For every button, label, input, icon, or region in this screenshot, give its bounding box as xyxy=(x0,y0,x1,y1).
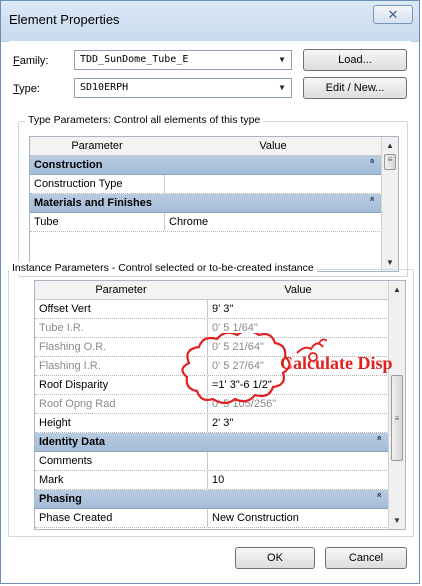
type-dropdown[interactable]: SD10ERPH ▼ xyxy=(74,78,292,98)
parameter-value[interactable]: New Construction xyxy=(208,509,299,528)
parameter-row[interactable]: Phase Created New Construction xyxy=(35,509,389,528)
type-label: Type: xyxy=(13,83,40,95)
parameter-name: Mark xyxy=(39,474,64,486)
title-bar: Element Properties ✕ xyxy=(1,1,419,42)
parameter-name: Phase Created xyxy=(39,512,113,524)
load-button-label: Load... xyxy=(338,54,372,66)
annotation-text: Calculate Disp xyxy=(280,353,393,373)
parameter-name: Construction Type xyxy=(34,178,123,190)
family-dropdown[interactable]: TDD_SunDome_Tube_E ▼ xyxy=(74,50,292,70)
section-name: Phasing xyxy=(39,493,82,505)
section-name: Construction xyxy=(34,159,103,171)
parameter-value[interactable]: Chrome xyxy=(165,213,208,232)
edit-new-button-label: Edit / New... xyxy=(325,82,385,94)
type-parameters-group: Type Parameters: Control all elements of… xyxy=(18,114,408,277)
load-button[interactable]: Load... xyxy=(303,49,407,71)
type-parameters-title: Type Parameters: Control all elements of… xyxy=(25,114,264,126)
dialog-body: Family: TDD_SunDome_Tube_E ▼ Load... Typ… xyxy=(8,41,414,577)
type-parameters-grid: Parameter Value Construction» Constructio… xyxy=(29,136,399,272)
section-header[interactable]: Construction » xyxy=(30,156,382,175)
edit-new-button[interactable]: Edit / New... xyxy=(303,77,407,99)
close-button[interactable]: ✕ xyxy=(373,5,413,24)
family-value: TDD_SunDome_Tube_E xyxy=(80,54,189,65)
instance-parameters-title: Instance Parameters - Control selected o… xyxy=(9,262,317,274)
section-name: Identity Data xyxy=(39,436,106,448)
cancel-button[interactable]: Cancel xyxy=(325,547,407,569)
instance-params-scrollbar[interactable]: ▲ ≡ ▼ xyxy=(388,281,405,529)
parameter-value[interactable]: 10 xyxy=(208,471,224,490)
scroll-up-icon[interactable]: ▲ xyxy=(389,281,405,298)
scroll-up-icon[interactable]: ▲ xyxy=(382,137,398,154)
parameter-row[interactable]: Construction Type xyxy=(30,175,382,194)
parameter-name: Height xyxy=(39,417,71,429)
ok-button[interactable]: OK xyxy=(235,547,315,569)
grid-header: Parameter Value xyxy=(35,281,389,300)
scroll-thumb[interactable]: ≡ xyxy=(391,375,403,461)
parameter-name: Tube xyxy=(34,216,59,228)
parameter-value[interactable] xyxy=(208,452,212,471)
section-header[interactable]: Phasing » xyxy=(35,490,389,509)
chevron-down-icon: ▼ xyxy=(279,83,285,92)
family-label: Family: xyxy=(13,55,49,67)
ok-button-label: OK xyxy=(267,552,283,564)
collapse-icon[interactable]: » xyxy=(366,196,376,201)
parameter-value[interactable]: 2' 3" xyxy=(208,414,233,433)
close-icon: ✕ xyxy=(387,7,399,22)
column-header-value[interactable]: Value xyxy=(207,281,389,300)
collapse-icon[interactable]: » xyxy=(366,158,376,163)
cancel-button-label: Cancel xyxy=(348,552,384,564)
grid-header: Parameter Value xyxy=(30,137,382,156)
element-properties-dialog: Element Properties ✕ Family: TDD_SunDome… xyxy=(0,0,420,584)
scroll-down-icon[interactable]: ▼ xyxy=(389,512,405,529)
dialog-title: Element Properties xyxy=(9,12,120,27)
parameter-row[interactable]: Height 2' 3" xyxy=(35,414,389,433)
revision-cloud-annotation xyxy=(181,333,327,405)
parameter-row[interactable]: Tube Chrome xyxy=(30,213,382,232)
parameter-row[interactable]: Offset Vert 9' 3" xyxy=(35,300,389,319)
type-value: SD10ERPH xyxy=(80,82,129,93)
collapse-icon[interactable]: » xyxy=(373,492,383,497)
section-header[interactable]: Materials and Finishes » xyxy=(30,194,382,213)
section-name: Materials and Finishes xyxy=(34,197,152,209)
scroll-thumb[interactable]: ≡ xyxy=(384,154,396,170)
column-header-parameter[interactable]: Parameter xyxy=(35,281,207,300)
collapse-icon[interactable]: » xyxy=(373,435,383,440)
parameter-name: Comments xyxy=(39,455,93,467)
column-header-parameter[interactable]: Parameter xyxy=(30,137,164,156)
column-header-value[interactable]: Value xyxy=(164,137,382,156)
parameter-name: Offset Vert xyxy=(39,303,91,315)
parameter-row[interactable]: Mark 10 xyxy=(35,471,389,490)
parameter-value[interactable] xyxy=(165,175,169,194)
type-params-scrollbar[interactable]: ▲ ≡ ▼ xyxy=(381,137,398,271)
parameter-value[interactable]: 9' 3" xyxy=(208,300,233,319)
parameter-row[interactable]: Comments xyxy=(35,452,389,471)
chevron-down-icon: ▼ xyxy=(279,55,285,64)
section-header[interactable]: Identity Data » xyxy=(35,433,389,452)
